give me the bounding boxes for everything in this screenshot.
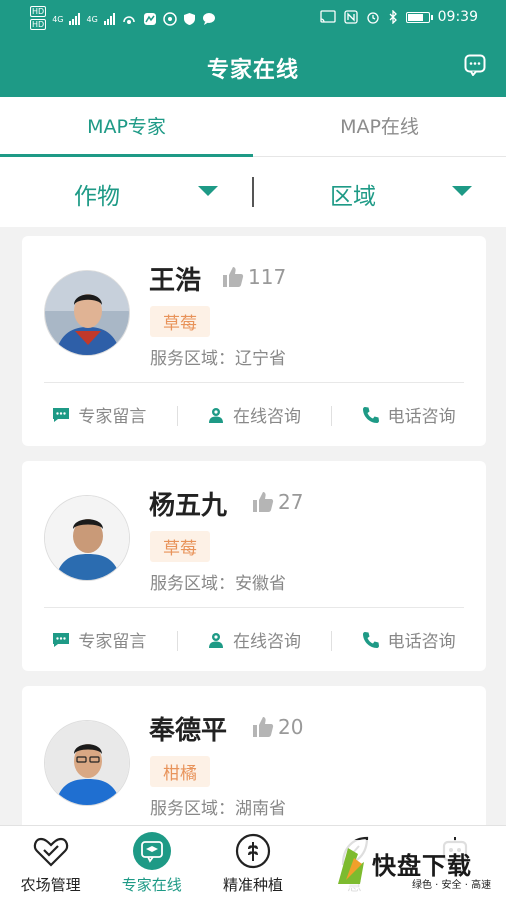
message-icon — [53, 632, 70, 647]
heart-hands-icon — [33, 837, 68, 867]
thumbs-up-icon — [253, 717, 274, 737]
status-bar: HD HD 4G 4G 09:39 — [0, 0, 506, 36]
avatar — [44, 495, 130, 581]
action-label: 电话咨询 — [387, 632, 456, 652]
expert-list: 王浩 117 草莓 服务区域：辽宁省 专家留言 在线咨询 电话咨询 杨五九 27… — [0, 227, 506, 825]
hotspot-icon — [123, 16, 135, 24]
likes-value: 27 — [278, 490, 304, 514]
thumbs-up-icon — [223, 267, 244, 287]
region-filter-label: 区域 — [330, 184, 376, 210]
crop-tag: 草莓 — [150, 306, 210, 337]
app-header: 专家在线 — [0, 36, 506, 97]
avatar — [44, 270, 130, 356]
leave-message-button[interactable]: 专家留言 — [22, 402, 177, 427]
signal-icon — [103, 13, 115, 25]
likes-count[interactable]: 27 — [252, 490, 303, 514]
card-actions: 专家留言 在线咨询 电话咨询 — [22, 383, 486, 446]
expert-card[interactable]: 杨五九 27 草莓 服务区域：安徽省 专家留言 在线咨询 电话咨询 — [22, 461, 486, 671]
tab-map-online[interactable]: MAP在线 — [253, 97, 506, 156]
nav-expert-online[interactable]: 专家在线 — [101, 826, 202, 900]
message-icon — [53, 407, 70, 422]
action-label: 在线咨询 — [233, 632, 301, 652]
leave-message-button[interactable]: 专家留言 — [22, 627, 177, 652]
status-time: 09:39 — [437, 9, 478, 25]
status-right: 09:39 — [319, 9, 478, 25]
online-consult-button[interactable]: 在线咨询 — [176, 627, 332, 652]
cast-icon — [319, 10, 336, 23]
network-gen-label: 4G — [52, 14, 64, 24]
expert-name: 奉德平 — [149, 716, 228, 746]
thumbs-up-icon — [253, 492, 274, 512]
action-label: 专家留言 — [78, 632, 147, 652]
expert-card[interactable]: 奉德平 20 柑橘 服务区域：湖南省 — [22, 686, 486, 825]
crop-filter-dropdown[interactable]: 作物 — [0, 157, 252, 227]
service-region: 服务区域：湖南省 — [150, 799, 286, 819]
caret-down-icon — [452, 186, 472, 196]
action-label: 电话咨询 — [387, 407, 456, 427]
likes-value: 117 — [248, 265, 287, 289]
tab-map-expert[interactable]: MAP专家 — [0, 97, 253, 157]
phone-consult-button[interactable]: 电话咨询 — [331, 627, 486, 652]
battery-icon — [405, 11, 433, 23]
wifi-icon — [163, 12, 177, 26]
nav-label: 农场管理 — [20, 876, 81, 894]
expert-name: 王浩 — [149, 266, 202, 296]
expert-card[interactable]: 王浩 117 草莓 服务区域：辽宁省 专家留言 在线咨询 电话咨询 — [22, 236, 486, 446]
signal-icon — [69, 13, 81, 25]
service-region: 服务区域：辽宁省 — [150, 349, 286, 369]
crop-tag: 草莓 — [150, 531, 210, 562]
hd-badge: HD — [30, 19, 47, 30]
shield-icon — [183, 13, 195, 25]
likes-value: 20 — [278, 715, 304, 739]
watermark-subtext: 绿色 · 安全 · 高速 — [412, 880, 492, 891]
nav-precision-planting[interactable]: 精准种植 — [202, 826, 303, 900]
online-consult-button[interactable]: 在线咨询 — [176, 402, 332, 427]
action-label: 在线咨询 — [233, 407, 301, 427]
wheat-icon — [235, 833, 271, 869]
nav-farm-management[interactable]: 农场管理 — [0, 826, 101, 900]
card-actions: 专家留言 在线咨询 电话咨询 — [22, 608, 486, 671]
hd-badge: HD — [30, 6, 47, 17]
phone-icon — [362, 406, 379, 423]
chat-graduation-icon — [132, 832, 171, 870]
likes-count[interactable]: 117 — [222, 265, 286, 289]
phone-icon — [362, 631, 379, 648]
watermark: 快盘下载 绿色 · 安全 · 高速 — [332, 840, 506, 896]
filter-bar: 作物 区域 — [0, 157, 506, 227]
nav-label: 精准种植 — [223, 876, 284, 894]
bluetooth-icon — [389, 10, 397, 24]
nav-label: 专家在线 — [121, 876, 182, 894]
nfc-icon — [343, 10, 358, 24]
alarm-icon — [366, 12, 379, 24]
caret-down-icon — [198, 186, 218, 196]
network-gen-label: 4G — [86, 14, 98, 24]
likes-count[interactable]: 20 — [252, 715, 303, 739]
page-title: 专家在线 — [206, 58, 299, 83]
status-left: HD HD 4G 4G — [30, 6, 216, 32]
chat-bubble-icon[interactable] — [464, 54, 486, 76]
app-icon — [143, 13, 156, 25]
tab-bar: MAP专家 MAP在线 — [0, 97, 506, 157]
phone-consult-button[interactable]: 电话咨询 — [331, 402, 486, 427]
hd-badges: HD HD — [30, 6, 47, 32]
crop-filter-label: 作物 — [74, 184, 120, 210]
expert-name: 杨五九 — [149, 491, 228, 521]
crop-tag: 柑橘 — [150, 756, 210, 787]
region-filter-dropdown[interactable]: 区域 — [254, 157, 506, 227]
user-headset-icon — [209, 407, 223, 423]
message-icon — [202, 13, 215, 25]
service-region: 服务区域：安徽省 — [150, 574, 286, 594]
action-label: 专家留言 — [78, 407, 147, 427]
user-headset-icon — [209, 632, 223, 648]
avatar — [44, 720, 130, 806]
